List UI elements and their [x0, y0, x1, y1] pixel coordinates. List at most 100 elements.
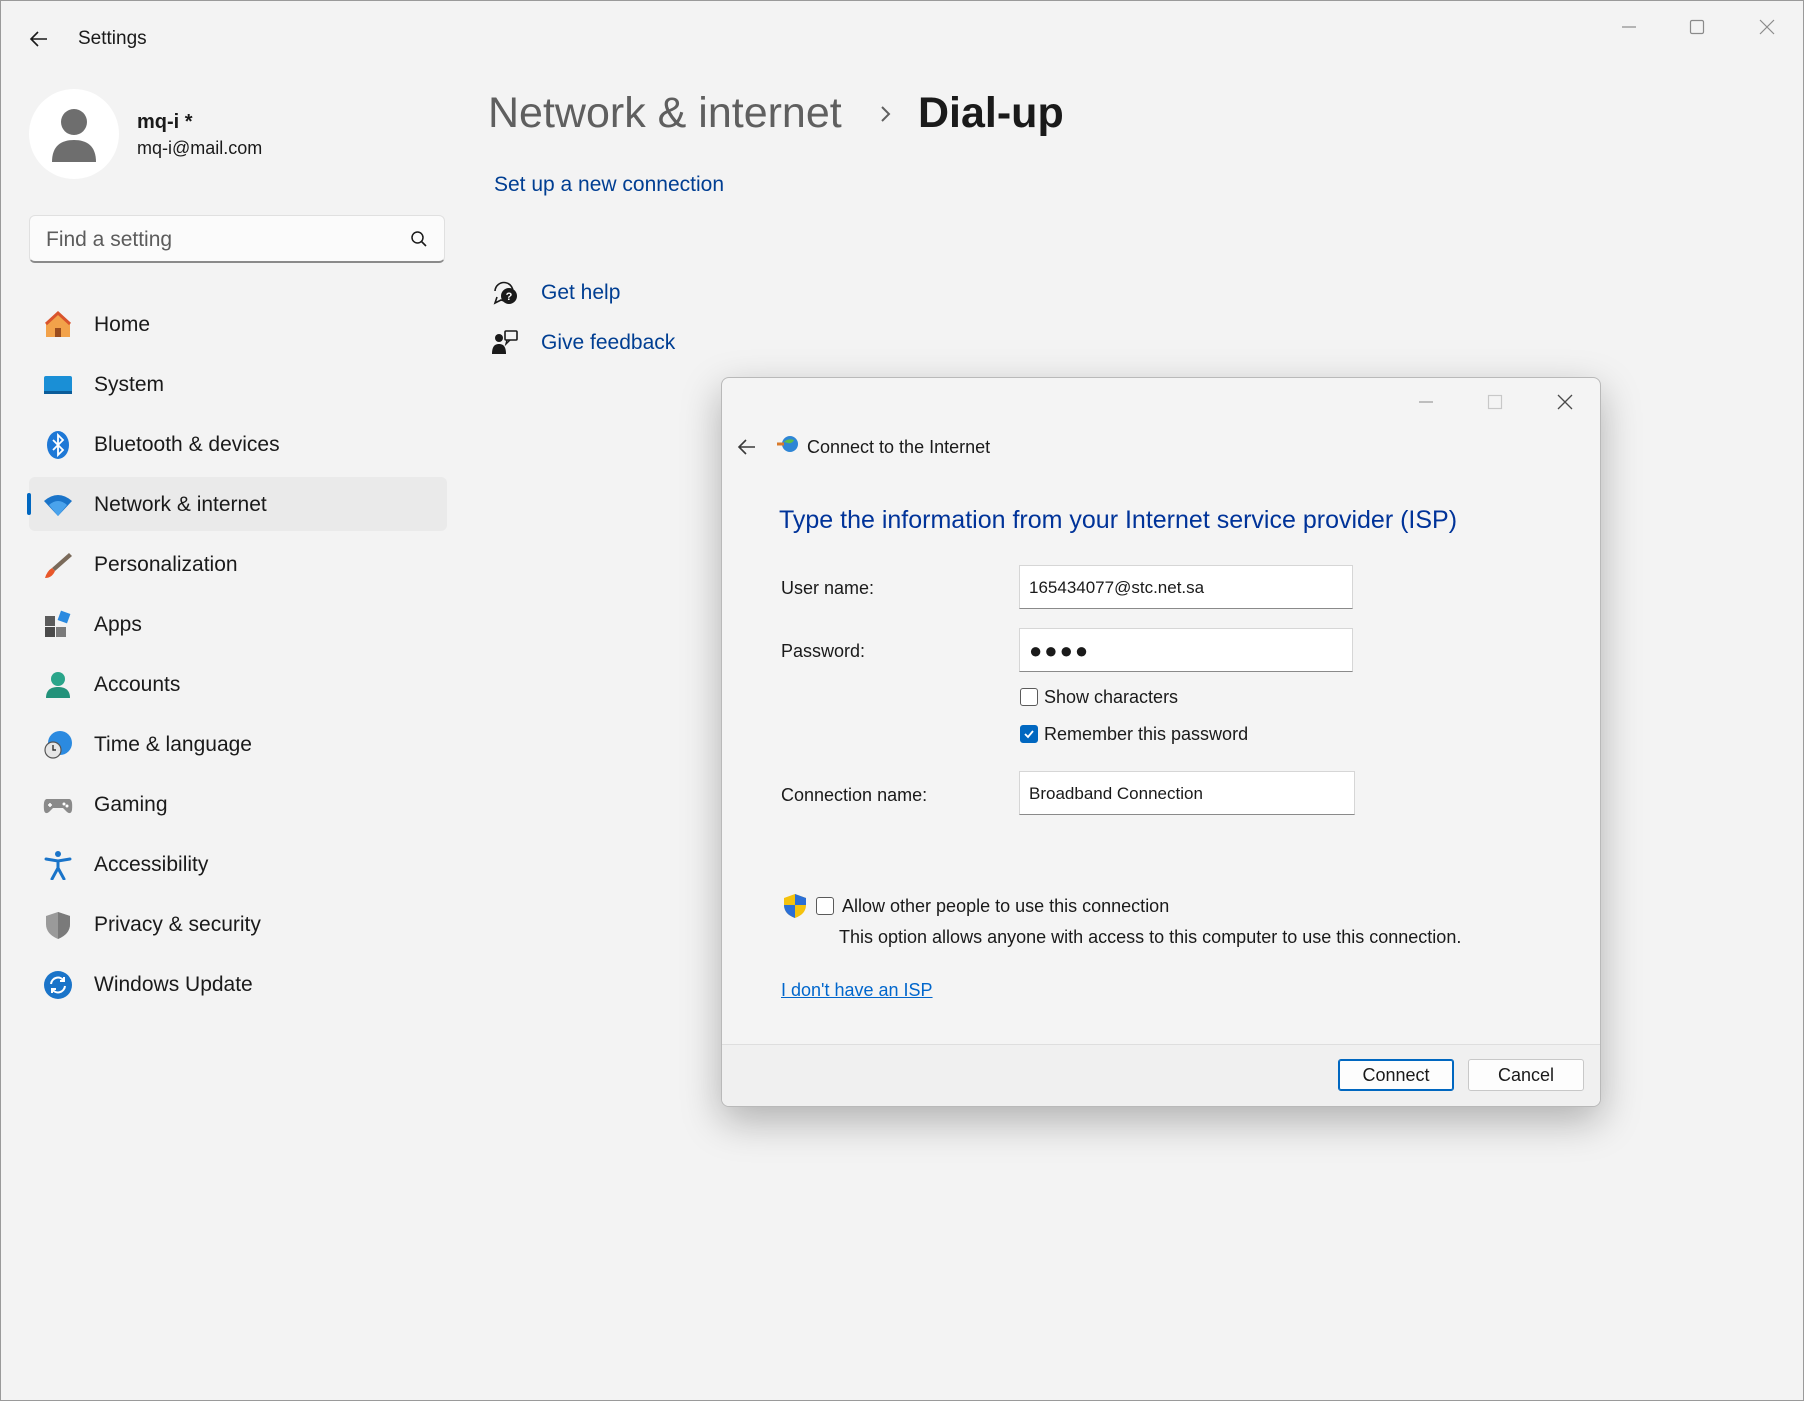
update-icon — [43, 970, 73, 1000]
dialog-title: Connect to the Internet — [807, 437, 991, 457]
brush-icon — [43, 550, 73, 580]
setup-new-connection-link[interactable]: Set up a new connection — [494, 173, 724, 197]
accessibility-icon — [43, 850, 73, 880]
svg-text:?: ? — [506, 291, 513, 303]
no-isp-link[interactable]: I don't have an ISP — [781, 980, 933, 1001]
sidebar-item-time-language[interactable]: Time & language — [29, 717, 447, 771]
sidebar-item-label: Apps — [94, 613, 142, 636]
sidebar-item-windows-update[interactable]: Windows Update — [29, 957, 447, 1011]
sidebar-item-bluetooth[interactable]: Bluetooth & devices — [29, 417, 447, 471]
sidebar-item-label: Bluetooth & devices — [94, 433, 280, 456]
bluetooth-icon — [43, 430, 73, 460]
password-field[interactable] — [1019, 628, 1353, 672]
password-label: Password: — [781, 641, 866, 661]
give-feedback-row[interactable]: Give feedback — [491, 329, 675, 357]
back-button[interactable] — [23, 23, 55, 55]
dialog-heading: Type the information from your Internet … — [779, 506, 1458, 534]
sidebar-item-label: Network & internet — [94, 493, 267, 516]
dialog-maximize-button[interactable] — [1470, 386, 1520, 418]
user-icon — [52, 109, 96, 162]
search-box[interactable] — [29, 215, 445, 263]
close-button[interactable] — [1739, 11, 1795, 43]
dialog-back-button[interactable] — [732, 432, 762, 462]
minimize-icon — [1419, 401, 1433, 403]
user-email: mq-i@mail.com — [137, 138, 263, 158]
help-icon: ? — [491, 279, 519, 307]
sidebar-item-label: Time & language — [94, 733, 252, 756]
sidebar-item-label: Windows Update — [94, 973, 253, 996]
sidebar-item-accessibility[interactable]: Accessibility — [29, 837, 447, 891]
connection-name-field[interactable] — [1019, 771, 1355, 815]
show-characters-label[interactable]: Show characters — [1044, 687, 1178, 708]
maximize-icon — [1689, 19, 1705, 35]
dialog-footer: Connect Cancel — [722, 1044, 1600, 1106]
app-title: Settings — [78, 28, 147, 49]
search-input[interactable] — [44, 224, 408, 256]
user-name: mq-i * — [137, 111, 193, 133]
allow-others-hint: This option allows anyone with access to… — [839, 927, 1462, 947]
allow-others-checkbox[interactable] — [816, 897, 834, 915]
sidebar-item-label: Privacy & security — [94, 913, 261, 936]
username-label: User name: — [781, 578, 875, 598]
remember-password-label[interactable]: Remember this password — [1044, 724, 1248, 745]
back-arrow-icon — [29, 31, 47, 47]
sidebar-nav: Home System Bluetooth & devices Network … — [27, 297, 447, 1017]
allow-others-label[interactable]: Allow other people to use this connectio… — [842, 896, 1169, 917]
maximize-icon — [1487, 394, 1503, 410]
apps-icon — [43, 610, 73, 640]
breadcrumb-parent[interactable]: Network & internet — [488, 89, 842, 138]
sidebar-item-label: Accessibility — [94, 853, 209, 876]
search-icon — [411, 231, 427, 247]
accounts-icon — [43, 670, 73, 700]
connection-name-input[interactable] — [1027, 780, 1341, 808]
get-help-link[interactable]: Get help — [541, 281, 620, 305]
feedback-icon — [491, 329, 519, 357]
username-field[interactable] — [1019, 565, 1353, 609]
gamepad-icon — [43, 790, 73, 820]
system-icon — [43, 370, 73, 400]
wifi-icon — [43, 490, 73, 520]
settings-window: Settings mq-i * mq-i@mail.com Home — [0, 0, 1804, 1401]
page-title: Dial-up — [918, 89, 1064, 137]
connect-button[interactable]: Connect — [1338, 1059, 1454, 1091]
minimize-icon — [1622, 26, 1636, 28]
checkmark-icon — [1024, 730, 1034, 739]
sidebar-item-label: Gaming — [94, 793, 168, 816]
globe-clock-icon — [43, 730, 73, 760]
sidebar-item-privacy-security[interactable]: Privacy & security — [29, 897, 447, 951]
get-help-row[interactable]: ? Get help — [491, 279, 620, 307]
sidebar-item-label: Home — [94, 313, 151, 336]
back-arrow-icon — [737, 439, 755, 455]
connection-name-label: Connection name: — [781, 785, 928, 805]
chevron-right-icon — [881, 106, 891, 122]
dialog-minimize-button[interactable] — [1401, 386, 1451, 418]
sidebar-item-label: Accounts — [94, 673, 181, 696]
connect-to-internet-dialog: Connect to the Internet Type the informa… — [721, 377, 1601, 1107]
minimize-button[interactable] — [1601, 11, 1657, 43]
dialog-close-button[interactable] — [1540, 386, 1590, 418]
show-characters-checkbox[interactable] — [1020, 688, 1038, 706]
home-icon — [43, 310, 73, 340]
close-icon — [1557, 394, 1573, 410]
title-bar: Settings — [1, 1, 1803, 73]
sidebar-item-label: Personalization — [94, 553, 238, 576]
cancel-button[interactable]: Cancel — [1468, 1059, 1584, 1091]
password-input[interactable] — [1027, 637, 1341, 665]
sidebar-item-apps[interactable]: Apps — [29, 597, 447, 651]
sidebar-item-personalization[interactable]: Personalization — [29, 537, 447, 591]
sidebar-item-accounts[interactable]: Accounts — [29, 657, 447, 711]
username-input[interactable] — [1027, 574, 1341, 602]
sidebar-item-gaming[interactable]: Gaming — [29, 777, 447, 831]
sidebar-item-label: System — [94, 373, 165, 396]
shield-icon — [43, 910, 73, 940]
avatar[interactable] — [29, 89, 119, 179]
sidebar-item-home[interactable]: Home — [29, 297, 447, 351]
close-icon — [1759, 19, 1775, 35]
sidebar-item-network[interactable]: Network & internet — [27, 477, 447, 531]
remember-password-checkbox[interactable] — [1020, 725, 1038, 743]
maximize-button[interactable] — [1669, 11, 1725, 43]
sidebar-item-system[interactable]: System — [29, 357, 447, 411]
globe-network-icon — [777, 436, 798, 452]
give-feedback-link[interactable]: Give feedback — [541, 331, 675, 355]
uac-shield-icon — [784, 894, 806, 918]
